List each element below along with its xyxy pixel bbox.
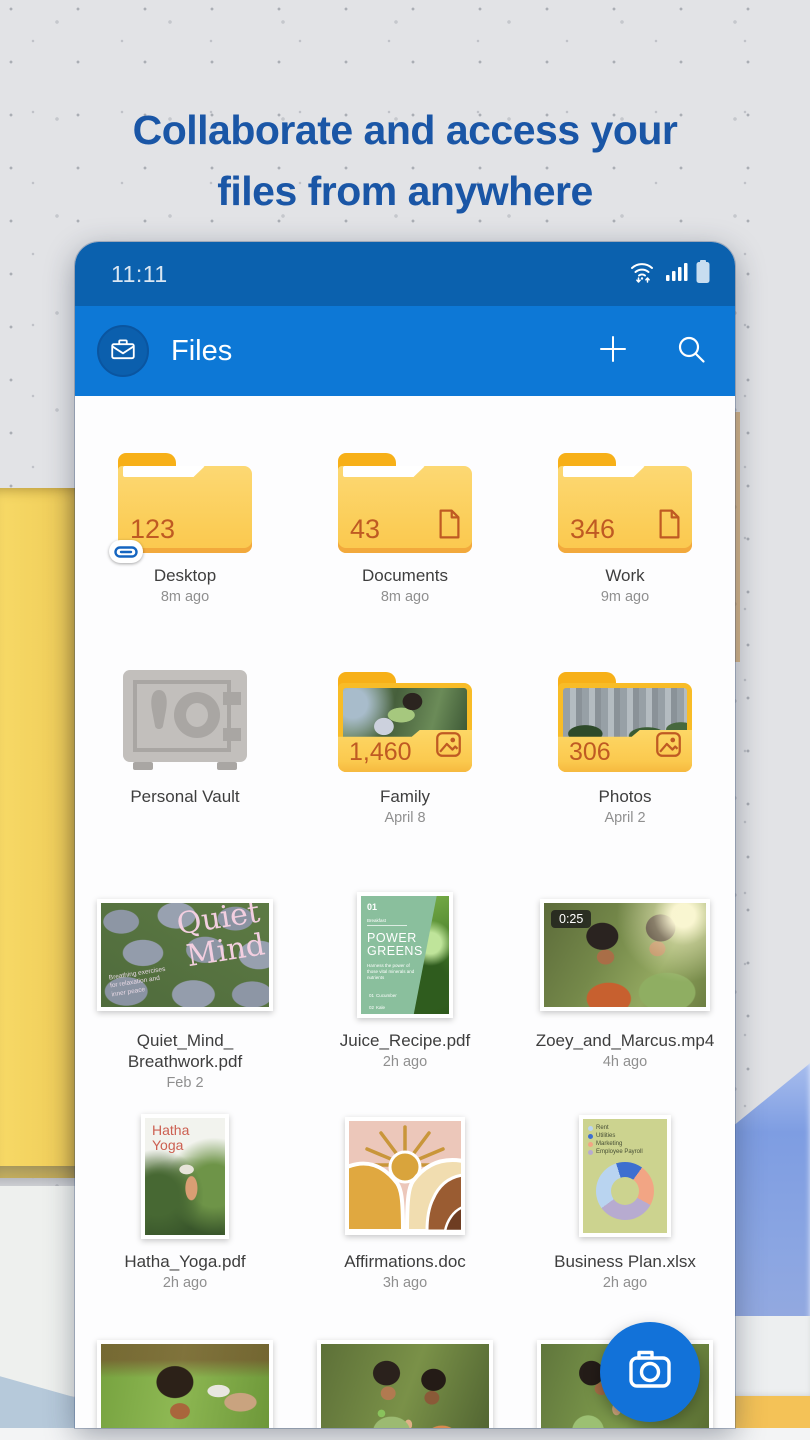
folder-icon: 123 <box>118 453 252 553</box>
item-name: Personal Vault <box>130 786 239 807</box>
file-tile-affirmations[interactable]: Affirmations.doc 3h ago <box>300 1113 510 1292</box>
video-thumbnail: 0:25 <box>540 899 710 1011</box>
background-amber-edge <box>735 412 740 662</box>
background-bottom-strip <box>0 1428 810 1440</box>
item-name: Juice_Recipe.pdf <box>340 1030 470 1051</box>
boho-sun-artwork <box>349 1218 461 1231</box>
phone-screen: 11:11 <box>75 242 735 1428</box>
background-white-paper-left <box>0 1186 78 1396</box>
item-date: 2h ago <box>163 1274 207 1292</box>
camera-icon <box>622 1342 678 1403</box>
file-thumbnail: Hatha Yoga <box>141 1114 229 1239</box>
document-icon <box>657 509 682 544</box>
item-date: 8m ago <box>161 588 209 606</box>
background-blue-paper-right <box>732 1058 810 1323</box>
folder-tile-desktop[interactable]: 123 Desktop 8m ago <box>80 453 290 606</box>
account-button[interactable] <box>97 325 149 377</box>
item-name: Photos <box>599 786 652 807</box>
thumb-tag: Breakfast <box>367 918 407 926</box>
item-name: Business Plan.xlsx <box>554 1251 696 1272</box>
item-name: Work <box>605 565 644 586</box>
file-thumbnail: Quiet Mind Breathing exercises for relax… <box>97 899 273 1011</box>
file-thumbnail <box>345 1117 465 1235</box>
app-bar: Files <box>75 306 735 396</box>
folder-icon: 346 <box>558 453 692 553</box>
page-title: Files <box>171 335 232 368</box>
battery-icon <box>695 259 711 290</box>
donut-chart <box>596 1162 654 1220</box>
shared-link-icon <box>109 540 143 563</box>
folder-icon: 43 <box>338 453 472 553</box>
photo-tile[interactable] <box>300 1340 510 1428</box>
item-name: Family <box>380 786 430 807</box>
item-date: April 2 <box>604 809 645 827</box>
photo-tile[interactable] <box>80 1340 290 1428</box>
item-name: Desktop <box>154 565 216 586</box>
item-date: 9m ago <box>601 588 649 606</box>
background-yellow-paper-left <box>0 488 78 1178</box>
wifi-transfer-icon <box>629 260 659 289</box>
status-icons <box>629 259 711 290</box>
thumb-body-text: Harness the power of those vital mineral… <box>367 963 419 981</box>
video-duration-badge: 0:25 <box>551 910 591 928</box>
file-tile-juice-recipe[interactable]: 01 Breakfast POWER GREENS Harness the po… <box>300 892 510 1092</box>
item-date: 2h ago <box>383 1053 427 1071</box>
folder-item-count: 1,460 <box>349 738 412 767</box>
background-collage: Collaborate and access your files from a… <box>0 0 810 1440</box>
cellular-signal-icon <box>665 261 689 288</box>
vault-safe-icon <box>115 668 255 777</box>
item-name: Documents <box>362 565 448 586</box>
folder-tile-work[interactable]: 346 Work 9m ago <box>520 453 730 606</box>
document-icon <box>437 509 462 544</box>
briefcase-icon <box>109 335 137 368</box>
photo-thumbnail <box>97 1340 273 1428</box>
item-date: 3h ago <box>383 1274 427 1292</box>
image-icon <box>435 731 462 763</box>
marketing-headline: Collaborate and access your files from a… <box>0 100 810 222</box>
background-white-paper-right <box>732 1316 810 1400</box>
item-date: 4h ago <box>603 1053 647 1071</box>
item-name: Hatha_Yoga.pdf <box>124 1251 245 1272</box>
search-button[interactable] <box>671 331 711 371</box>
file-thumbnail: 01 Breakfast POWER GREENS Harness the po… <box>357 892 453 1018</box>
folder-tile-documents[interactable]: 43 Documents 8m ago <box>300 453 510 606</box>
status-time: 11:11 <box>111 261 168 288</box>
thumb-number: 01 <box>367 902 443 912</box>
add-button[interactable] <box>593 331 633 371</box>
folder-item-count: 306 <box>569 738 611 767</box>
photo-folder-tile-family[interactable]: 1,460 Family April 8 <box>300 670 510 827</box>
thumb-title-text: Hatha Yoga <box>152 1123 189 1153</box>
photo-folder-icon: 306 <box>558 672 692 772</box>
file-tile-quiet-mind[interactable]: Quiet Mind Breathing exercises for relax… <box>80 892 290 1092</box>
personal-vault-tile[interactable]: Personal Vault <box>80 670 290 827</box>
photo-thumbnail <box>317 1340 493 1428</box>
camera-fab-button[interactable] <box>600 1322 700 1422</box>
photo-folder-tile-photos[interactable]: 306 Photos April 2 <box>520 670 730 827</box>
item-date: 8m ago <box>381 588 429 606</box>
video-tile-zoey-marcus[interactable]: 0:25 Zoey_and_Marcus.mp4 4h ago <box>520 892 730 1092</box>
item-date: Feb 2 <box>166 1074 203 1092</box>
item-date: 2h ago <box>603 1274 647 1292</box>
file-tile-hatha-yoga[interactable]: Hatha Yoga Hatha_Yoga.pdf 2h ago <box>80 1113 290 1292</box>
image-icon <box>655 731 682 763</box>
item-name: Zoey_and_Marcus.mp4 <box>536 1030 715 1051</box>
photo-folder-icon: 1,460 <box>338 672 472 772</box>
item-name: Quiet_Mind_ Breathwork.pdf <box>128 1030 242 1072</box>
item-name: Affirmations.doc <box>344 1251 466 1272</box>
item-date: April 8 <box>384 809 425 827</box>
file-thumbnail: Rent Utilities Marketing Employee Payrol… <box>579 1115 671 1237</box>
search-icon <box>676 334 706 369</box>
file-grid: 123 Desktop 8m ago <box>75 396 735 1428</box>
add-icon <box>597 333 629 370</box>
file-tile-business-plan[interactable]: Rent Utilities Marketing Employee Payrol… <box>520 1113 730 1292</box>
folder-item-count: 346 <box>570 514 615 545</box>
status-bar: 11:11 <box>75 242 735 306</box>
folder-item-count: 43 <box>350 514 380 545</box>
